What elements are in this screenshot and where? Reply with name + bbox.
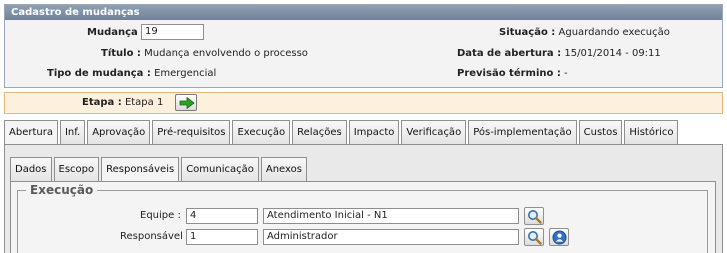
next-stage-button[interactable] — [175, 94, 197, 111]
panel-title: Cadastro de mudanças — [5, 5, 722, 20]
tab-historico[interactable]: Histórico — [624, 120, 679, 144]
tab-anexos[interactable]: Anexos — [260, 157, 307, 181]
etapa-value: Etapa 1 — [124, 97, 164, 108]
responsaveis-tab-content: Execução Equipe : 4 Atendimento Inicial … — [10, 181, 716, 253]
previsao-termino-label: Previsão término : — [457, 68, 561, 79]
equipe-code-field[interactable]: 4 — [186, 208, 258, 224]
situacao-value: Aguardando execução — [558, 27, 670, 38]
situacao-label: Situação : — [499, 27, 556, 38]
tab-responsaveis[interactable]: Responsáveis — [101, 157, 180, 182]
tab-pre-requisitos[interactable]: Pré-requisitos — [152, 120, 231, 144]
tipo-mudanca-value: Emergencial — [154, 68, 217, 79]
data-abertura-value: 15/01/2014 - 09:11 — [564, 48, 661, 59]
main-tab-bar: Abertura Inf. Aprovação Pré-requisitos E… — [4, 120, 679, 145]
tab-execucao[interactable]: Execução — [232, 120, 291, 144]
tab-verificacao[interactable]: Verificação — [401, 120, 467, 144]
green-arrow-right-icon — [179, 97, 195, 109]
equipe-label: Equipe : — [140, 210, 181, 221]
previsao-termino-value: - — [564, 68, 568, 79]
user-info-icon — [552, 230, 567, 245]
tab-relacoes[interactable]: Relações — [292, 120, 347, 144]
responsavel-code-field[interactable]: 1 — [186, 229, 258, 245]
responsavel-label: Responsável : — [120, 231, 190, 242]
sub-tab-bar: Dados Escopo Responsáveis Comunicação An… — [10, 157, 307, 182]
equipe-name-field[interactable]: Atendimento Inicial - N1 — [263, 208, 519, 224]
tab-inf[interactable]: Inf. — [59, 120, 86, 144]
tab-abertura[interactable]: Abertura — [4, 120, 58, 145]
tab-custos[interactable]: Custos — [578, 120, 623, 144]
tab-impacto[interactable]: Impacto — [348, 120, 400, 144]
titulo-label: Título : — [101, 48, 141, 59]
tab-aprovacao[interactable]: Aprovação — [87, 120, 151, 144]
magnifier-icon — [528, 210, 542, 224]
magnifier-icon — [528, 231, 542, 245]
stage-bar: Etapa : Etapa 1 — [4, 92, 723, 114]
responsavel-name-field[interactable]: Administrador — [263, 229, 519, 245]
responsavel-info-button[interactable] — [549, 228, 569, 246]
equipe-search-button[interactable] — [524, 207, 544, 225]
tab-dados[interactable]: Dados — [10, 157, 52, 181]
tab-comunicacao[interactable]: Comunicação — [181, 157, 259, 181]
responsavel-search-button[interactable] — [524, 228, 544, 246]
tab-escopo[interactable]: Escopo — [53, 157, 100, 181]
mudanca-number-field[interactable]: 19 — [141, 24, 204, 40]
tipo-mudanca-label: Tipo de mudança : — [47, 68, 151, 79]
change-header-panel: Cadastro de mudanças Mudança : 19 Título… — [4, 4, 723, 88]
abertura-tab-content: Dados Escopo Responsáveis Comunicação An… — [4, 144, 723, 253]
mudanca-label: Mudança : — [87, 27, 146, 38]
tab-pos-implementacao[interactable]: Pós-implementação — [468, 120, 577, 144]
etapa-label: Etapa : — [82, 97, 122, 108]
titulo-value: Mudança envolvendo o processo — [144, 48, 308, 59]
execucao-fieldset: Execução Equipe : 4 Atendimento Inicial … — [17, 184, 708, 253]
execucao-legend: Execução — [26, 184, 98, 197]
data-abertura-label: Data de abertura : — [457, 48, 562, 59]
